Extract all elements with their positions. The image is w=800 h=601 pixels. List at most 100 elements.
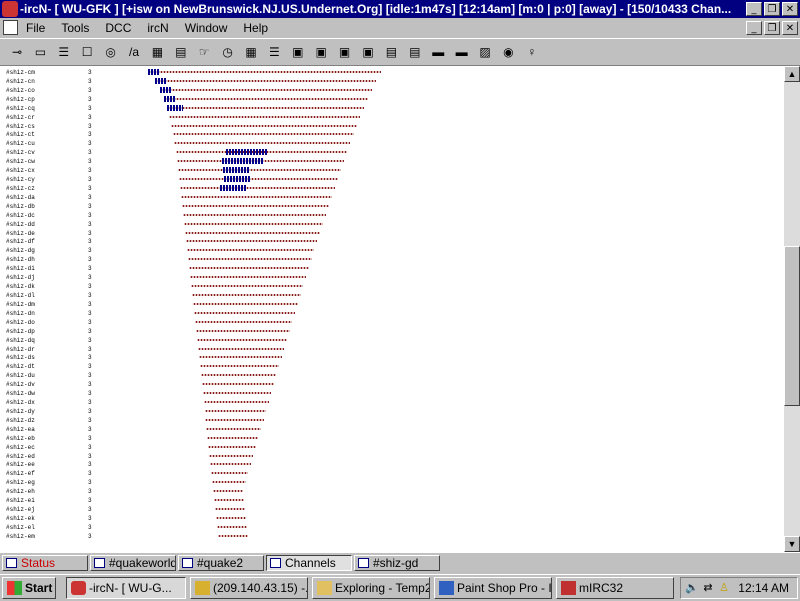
channel-row[interactable]: #shiz-ek 3: [6, 514, 776, 523]
cascade-icon[interactable]: ▨: [476, 43, 494, 61]
restore-button[interactable]: ❐: [764, 2, 780, 16]
notify-list-icon[interactable]: ▦: [148, 43, 166, 61]
away-person-icon[interactable]: ♙: [717, 581, 731, 595]
tile-vertical-icon[interactable]: ▬: [453, 43, 471, 61]
channel-row[interactable]: #shiz-dh 3: [6, 255, 776, 264]
channel-row[interactable]: #shiz-dc 3: [6, 211, 776, 220]
menu-tools[interactable]: Tools: [61, 21, 89, 35]
dcc-send-icon[interactable]: ▣: [336, 43, 354, 61]
channel-row[interactable]: #shiz-dq 3: [6, 336, 776, 345]
channel-list-icon[interactable]: ▣: [289, 43, 307, 61]
channel-row[interactable]: #shiz-cn 3: [6, 77, 776, 86]
channel-row[interactable]: #shiz-dn 3: [6, 309, 776, 318]
channel-row[interactable]: #shiz-cu 3: [6, 139, 776, 148]
task-ip-window[interactable]: (209.140.43.15) -...: [190, 577, 308, 599]
channel-row[interactable]: #shiz-eg 3: [6, 478, 776, 487]
scroll-down-arrow-icon[interactable]: ▼: [784, 536, 800, 552]
channel-row[interactable]: #shiz-dp 3: [6, 327, 776, 336]
channel-row[interactable]: #shiz-eh 3: [6, 487, 776, 496]
channel-row[interactable]: #shiz-cp 3: [6, 95, 776, 104]
channel-row[interactable]: #shiz-ef 3: [6, 469, 776, 478]
channel-row[interactable]: #shiz-df 3: [6, 237, 776, 246]
task-mirc32[interactable]: mIRC32: [556, 577, 674, 599]
child-window-icon[interactable]: [3, 20, 18, 35]
channel-row[interactable]: #shiz-cw 3: [6, 157, 776, 166]
switchbar-channels[interactable]: Channels: [266, 555, 352, 571]
ircn-app-icon[interactable]: [2, 1, 18, 17]
channel-row[interactable]: #shiz-ds 3: [6, 353, 776, 362]
help-icon[interactable]: ◉: [499, 43, 517, 61]
channel-row[interactable]: #shiz-cm 3: [6, 68, 776, 77]
channel-row[interactable]: #shiz-dg 3: [6, 246, 776, 255]
channel-row[interactable]: #shiz-cz 3: [6, 184, 776, 193]
channel-row[interactable]: #shiz-dk 3: [6, 282, 776, 291]
channel-row[interactable]: #shiz-cv 3: [6, 148, 776, 157]
channel-row[interactable]: #shiz-dw 3: [6, 389, 776, 398]
task-ircn[interactable]: -ircN- [ WU-G...: [66, 577, 186, 599]
dcc-options-icon[interactable]: ▣: [359, 43, 377, 61]
menu-ircn[interactable]: ircN: [147, 21, 168, 35]
channel-row[interactable]: #shiz-ed 3: [6, 452, 776, 461]
channel-row[interactable]: #shiz-dx 3: [6, 398, 776, 407]
timer-icon[interactable]: ◷: [219, 43, 237, 61]
channel-row[interactable]: #shiz-dm 3: [6, 300, 776, 309]
system-clock[interactable]: 12:14 AM: [738, 581, 789, 595]
channel-row[interactable]: #shiz-ei 3: [6, 496, 776, 505]
menu-dcc[interactable]: DCC: [105, 21, 131, 35]
dcc-chat-icon[interactable]: ▣: [312, 43, 330, 61]
address-book-icon[interactable]: ☐: [78, 43, 96, 61]
child-close-button[interactable]: ✕: [782, 21, 798, 35]
menu-help[interactable]: Help: [243, 21, 268, 35]
switchbar-shiz-gd[interactable]: #shiz-gd: [354, 555, 440, 571]
menu-window[interactable]: Window: [185, 21, 228, 35]
network-icon[interactable]: ⇄: [701, 581, 715, 595]
channel-row[interactable]: #shiz-co 3: [6, 86, 776, 95]
channel-row[interactable]: #shiz-cx 3: [6, 166, 776, 175]
channel-row[interactable]: #shiz-dy 3: [6, 407, 776, 416]
switchbar-quakeworld[interactable]: #quakeworld: [90, 555, 176, 571]
minimize-button[interactable]: _: [746, 2, 762, 16]
channel-row[interactable]: #shiz-ej 3: [6, 505, 776, 514]
channel-row[interactable]: #shiz-dt 3: [6, 362, 776, 371]
channel-row[interactable]: #shiz-di 3: [6, 264, 776, 273]
channel-row[interactable]: #shiz-dd 3: [6, 220, 776, 229]
switchbar-status[interactable]: Status: [2, 555, 88, 571]
channel-row[interactable]: #shiz-ct 3: [6, 130, 776, 139]
away-icon[interactable]: ♀: [523, 43, 541, 61]
channel-row[interactable]: #shiz-de 3: [6, 229, 776, 238]
speaker-icon[interactable]: 🔈: [685, 581, 699, 595]
channel-row[interactable]: #shiz-ec 3: [6, 443, 776, 452]
channel-row[interactable]: #shiz-el 3: [6, 523, 776, 532]
channel-row[interactable]: #shiz-ee 3: [6, 460, 776, 469]
channel-row[interactable]: #shiz-ea 3: [6, 425, 776, 434]
colors-icon[interactable]: /a: [125, 43, 143, 61]
channel-list-window[interactable]: #shiz-cm 3 #shiz-cn 3 #shiz-co 3 #shiz-cp 3 #shi…: [0, 66, 784, 552]
channel-row[interactable]: #shiz-dz 3: [6, 416, 776, 425]
channel-row[interactable]: #shiz-db 3: [6, 202, 776, 211]
folder-icon[interactable]: ▭: [31, 43, 49, 61]
options-icon[interactable]: ☰: [55, 43, 73, 61]
channel-row[interactable]: #shiz-cs 3: [6, 122, 776, 131]
control-icon[interactable]: ▤: [172, 43, 190, 61]
globe-icon[interactable]: ◎: [102, 43, 120, 61]
script-editor-icon[interactable]: ☰: [265, 43, 283, 61]
channel-row[interactable]: #shiz-dr 3: [6, 345, 776, 354]
address-list-icon[interactable]: ▤: [382, 43, 400, 61]
channel-row[interactable]: #shiz-dv 3: [6, 380, 776, 389]
child-restore-button[interactable]: ❐: [764, 21, 780, 35]
connect-icon[interactable]: ⊸: [8, 43, 26, 61]
scroll-thumb[interactable]: [784, 246, 800, 406]
switchbar-quake2[interactable]: #quake2: [178, 555, 264, 571]
start-button[interactable]: Start: [2, 577, 56, 599]
title-bar[interactable]: -ircN- [ WU-GFK ] [+isw on NewBrunswick.…: [0, 0, 800, 18]
menu-file[interactable]: File: [26, 21, 45, 35]
task-exploring[interactable]: Exploring - Temp2: [312, 577, 430, 599]
child-minimize-button[interactable]: _: [746, 21, 762, 35]
close-button[interactable]: ✕: [782, 2, 798, 16]
task-paint-shop-pro[interactable]: Paint Shop Pro - I...: [434, 577, 552, 599]
channel-row[interactable]: #shiz-cq 3: [6, 104, 776, 113]
channel-row[interactable]: #shiz-da 3: [6, 193, 776, 202]
channel-row[interactable]: #shiz-eb 3: [6, 434, 776, 443]
channel-row[interactable]: #shiz-do 3: [6, 318, 776, 327]
channel-row[interactable]: #shiz-du 3: [6, 371, 776, 380]
